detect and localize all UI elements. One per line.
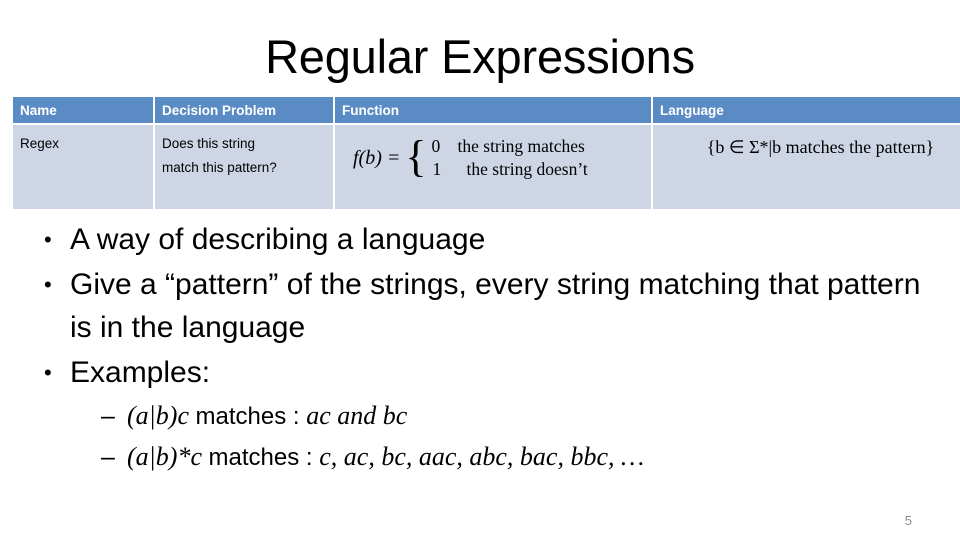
regex-comparison-table: Name Decision Problem Function Language …	[13, 97, 960, 209]
cell-name-text: Regex	[20, 136, 60, 151]
dash-marker-icon: –	[101, 443, 115, 471]
list-item: – (a|b)c matches : ac and bc	[101, 396, 924, 437]
example-pattern: (a|b)*c	[127, 442, 203, 471]
column-header-decision-problem: Decision Problem	[154, 97, 335, 125]
function-cases: 0 the string matches 1 the string doesn’…	[432, 135, 588, 181]
list-item-label: Give a “pattern” of the strings, every s…	[70, 268, 921, 344]
cell-decision-problem-text: Does this string match this pattern?	[162, 136, 277, 175]
content-body: • A way of describing a language • Give …	[44, 218, 924, 478]
function-lead: f(b) =	[353, 146, 401, 169]
column-header-function: Function	[334, 97, 653, 125]
table-row: Regex Does this string match this patter…	[13, 124, 960, 209]
bullet-marker-icon: •	[44, 272, 52, 297]
list-item: – (a|b)*c matches : c, ac, bc, aac, abc,…	[101, 437, 924, 478]
list-item: • Examples:	[44, 351, 924, 394]
example-verb: matches :	[195, 403, 307, 430]
page-number: 5	[904, 513, 912, 528]
cell-language: {b ∈ Σ*|b matches the pattern}	[652, 124, 960, 209]
cell-function: f(b) = { 0 the string matches 1 the stri…	[334, 124, 653, 209]
list-item-label: A way of describing a language	[70, 223, 486, 256]
example-results: c, ac, bc, aac, abc, bac, bbc, …	[319, 442, 645, 471]
table-header-row: Name Decision Problem Function Language	[13, 97, 960, 125]
function-case-description: the string matches	[457, 136, 585, 156]
piecewise-function: f(b) = { 0 the string matches 1 the stri…	[353, 131, 588, 181]
example-verb: matches :	[208, 444, 320, 471]
function-case-value: 0	[431, 136, 441, 156]
bullet-marker-icon: •	[44, 227, 52, 252]
function-case-row: 1 the string doesn’t	[432, 158, 588, 181]
cell-name: Regex	[13, 124, 155, 209]
bullet-marker-icon: •	[44, 360, 52, 385]
example-line: (a|b)*c matches : c, ac, bc, aac, abc, b…	[127, 437, 924, 478]
cell-decision-problem: Does this string match this pattern?	[154, 124, 335, 209]
example-results: ac and bc	[306, 401, 408, 430]
example-pattern: (a|b)c	[127, 401, 190, 430]
page-title: Regular Expressions	[265, 30, 695, 83]
list-item-label: Examples:	[70, 356, 211, 389]
list-item: • A way of describing a language	[44, 218, 924, 261]
language-set-notation: {b ∈ Σ*|b matches the pattern}	[706, 137, 935, 157]
example-line: (a|b)c matches : ac and bc	[127, 396, 924, 437]
column-header-language: Language	[652, 97, 960, 125]
column-header-name: Name	[13, 97, 155, 125]
dash-marker-icon: –	[101, 402, 115, 430]
function-case-description: the string doesn’t	[466, 159, 588, 179]
left-brace-icon: {	[405, 131, 427, 181]
function-case-row: 0 the string matches	[432, 135, 588, 158]
function-case-value: 1	[432, 159, 442, 179]
list-item: • Give a “pattern” of the strings, every…	[44, 263, 924, 349]
